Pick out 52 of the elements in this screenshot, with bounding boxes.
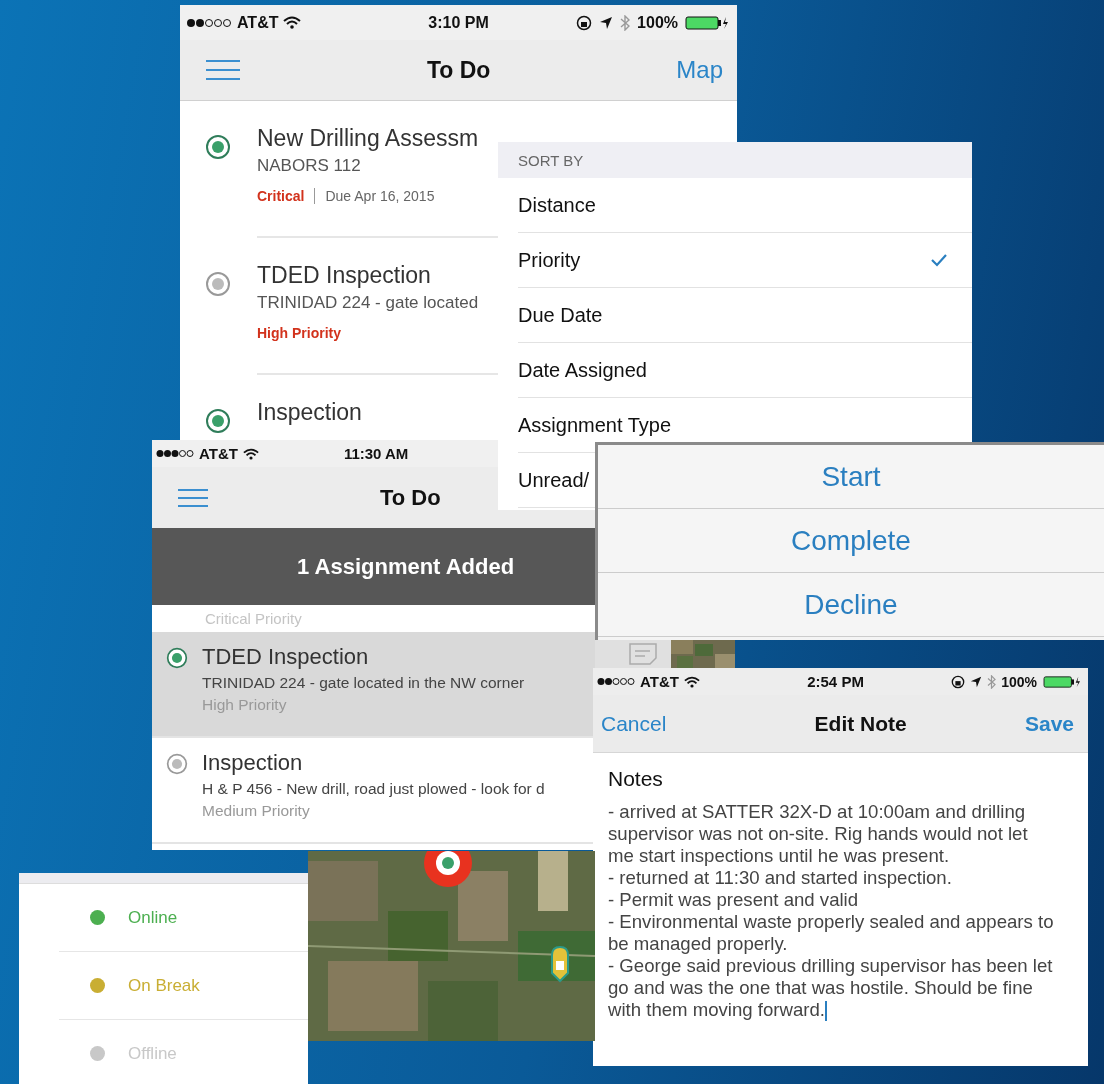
assignment-title[interactable]: New Drilling Assessm <box>257 125 479 152</box>
screen-title: To Do <box>380 484 441 511</box>
note-text-field[interactable]: - arrived at SATTER 32X-D at 10:00am and drilling supervisor was not on-site. Rig hands would not let me start inspections until he was present. - returned at 11:30 and started inspection. - Permit was present and valid - Environmental waste properly sealed and appears to be managed properly. - George said previous drilling supervisor has been let go and was the one that was hostile. Should be fine with them moving forward. <box>608 801 1058 1022</box>
priority-label: High Priority <box>202 696 287 714</box>
menu-icon[interactable] <box>177 487 209 508</box>
priority-label: High Priority <box>257 325 341 341</box>
screen-title: To Do <box>426 56 491 84</box>
assignment-location: TRINIDAD 224 - gate located <box>257 293 479 313</box>
priority-label: Medium Priority <box>202 802 310 820</box>
assignment-location: NABORS 112 <box>257 156 361 176</box>
note-icon <box>628 642 658 666</box>
status-time: 2:54 PM <box>807 673 864 690</box>
assignment-title[interactable]: TDED Inspection <box>257 262 431 289</box>
rotation-lock-icon <box>951 674 966 689</box>
banner-text: 1 Assignment Added <box>297 553 515 580</box>
assignment-location: H & P 456 - New drill, road just plowed - look for d <box>202 780 545 798</box>
assignment-title: TDED Inspection <box>202 644 369 670</box>
battery-charging-icon <box>685 15 729 30</box>
status-time: 11:30 AM <box>343 445 409 462</box>
wifi-icon <box>283 16 302 29</box>
battery-percent: 100% <box>637 13 678 32</box>
assignment-location: TRINIDAD 224 - gate located in the NW corner <box>202 674 525 692</box>
signal-icon <box>597 677 635 686</box>
assignment-title: Inspection <box>202 750 303 776</box>
screen-title: Edit Note <box>814 711 907 736</box>
signal-icon <box>156 449 194 458</box>
wifi-icon <box>683 675 700 688</box>
priority-label: Critical Priority <box>205 610 302 627</box>
assignment-title[interactable]: Inspection <box>257 399 362 426</box>
wifi-icon <box>242 447 259 460</box>
location-icon <box>599 15 614 30</box>
due-date: Due Apr 16, 2015 <box>325 188 435 204</box>
bluetooth-icon <box>987 674 997 689</box>
field-label: Notes <box>608 767 663 791</box>
priority-label: Critical <box>257 188 305 204</box>
sort-option[interactable]: Due Date <box>518 288 972 343</box>
assignment-row[interactable]: TDED Inspection TRINIDAD 224 - gate located in the NW corner High Priority <box>152 632 597 738</box>
signal-icon <box>186 17 232 28</box>
status-time: 3:10 PM <box>428 13 489 32</box>
location-icon <box>970 675 983 688</box>
battery-charging-icon <box>1042 675 1082 688</box>
rotation-lock-icon <box>576 14 593 31</box>
carrier-name: AT&T <box>199 445 238 462</box>
sort-header: SORT BY <box>518 151 584 169</box>
battery-percent: 100% <box>1001 673 1037 690</box>
sort-option[interactable]: Distance <box>518 178 972 233</box>
bluetooth-icon <box>620 14 631 31</box>
menu-icon[interactable] <box>205 59 241 81</box>
sort-option[interactable]: Date Assigned <box>518 343 972 398</box>
carrier-name: AT&T <box>640 673 679 690</box>
carrier-name: AT&T <box>237 13 279 32</box>
sort-option[interactable]: Priority <box>518 233 972 288</box>
